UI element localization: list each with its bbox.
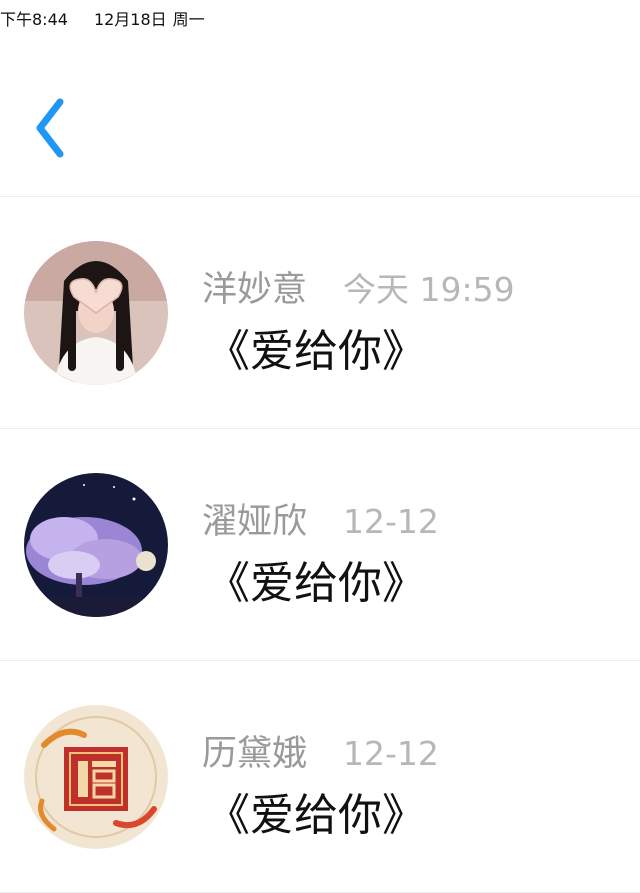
avatar[interactable] (24, 241, 168, 385)
avatar[interactable] (24, 705, 168, 849)
status-date: 12月18日 (93, 10, 167, 29)
message-preview: 《爱给你》 (206, 326, 426, 377)
message-meta: 濯娅欣 12-12 (202, 493, 439, 544)
list-item[interactable]: 洋妙意 今天 19:59 《爱给你》 (0, 197, 640, 429)
list-item[interactable]: 历黛娥 12-12 《爱给你》 (0, 661, 640, 893)
avatar-blossom-image (24, 473, 168, 617)
back-button[interactable] (20, 88, 80, 168)
message-meta: 洋妙意 今天 19:59 (202, 261, 515, 312)
avatar[interactable] (24, 473, 168, 617)
message-preview: 《爱给你》 (206, 558, 426, 609)
message-date: 今天 19:59 (343, 270, 515, 309)
list-item[interactable]: 濯娅欣 12-12 《爱给你》 (0, 429, 640, 661)
avatar-photo-image (24, 241, 168, 385)
status-bar: 下午8:44 12月18日 周一 (0, 0, 640, 36)
status-weekday: 周一 (172, 10, 205, 29)
contact-name: 濯娅欣 (202, 502, 308, 542)
avatar-fu-image (24, 705, 168, 849)
message-meta: 历黛娥 12-12 (202, 725, 439, 776)
message-preview: 《爱给你》 (206, 790, 426, 841)
contact-name: 历黛娥 (202, 734, 308, 774)
message-list: 洋妙意 今天 19:59 《爱给你》 濯娅欣 12-12 《爱给你》 历黛娥 1… (0, 197, 640, 893)
contact-name: 洋妙意 (202, 270, 308, 310)
message-date: 12-12 (343, 502, 439, 541)
chevron-left-icon (36, 98, 64, 158)
status-time: 下午8:44 (0, 10, 68, 29)
message-date: 12-12 (343, 734, 439, 773)
